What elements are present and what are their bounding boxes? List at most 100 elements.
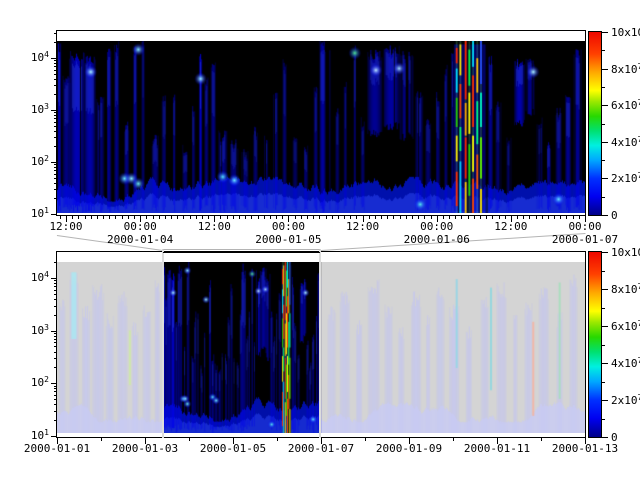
colorbar-tick-label: 0 (611, 210, 618, 221)
selection-top-edge (163, 252, 320, 253)
detail-x-minor-tick (282, 216, 283, 219)
detail-x-minor-tick (196, 216, 197, 219)
colorbar-major-tick (602, 32, 608, 33)
detail-y-minor-tick (54, 63, 57, 64)
detail-y-minor-tick (54, 174, 57, 175)
context-y-minor-tick (54, 420, 57, 421)
detail-x-minor-tick (560, 216, 561, 219)
exponent: 1 (44, 428, 49, 437)
detail-x-minor-tick (60, 216, 61, 219)
context-y-minor-tick (54, 286, 57, 287)
detail-x-minor-tick (190, 216, 191, 219)
colorbar-tick-label: 6x107 (611, 321, 640, 333)
detail-y-minor-tick (54, 33, 57, 34)
colorbar-tick-label: 0 (611, 432, 618, 443)
detail-x-tick-label: 12:00 (494, 221, 527, 232)
context-y-minor-tick (54, 386, 57, 387)
detail-y-tick-label: 103 (0, 104, 49, 116)
context-heatmap[interactable] (57, 262, 585, 433)
context-y-tick-label: 101 (0, 430, 49, 442)
detail-x-minor-tick (400, 216, 401, 219)
detail-x-minor-tick (220, 216, 221, 219)
colorbar-minor-tick (602, 160, 605, 161)
detail-y-minor-tick (54, 164, 57, 165)
detail-heatmap[interactable] (57, 41, 585, 213)
context-y-minor-tick (54, 299, 57, 300)
detail-x-tick-label: 12:00 (198, 221, 231, 232)
context-x-date-label: 2000-01-01 (24, 443, 90, 454)
detail-x-minor-tick (542, 216, 543, 219)
context-x-minor-tick (189, 438, 190, 441)
detail-y-minor-tick (54, 74, 57, 75)
context-y-minor-tick (54, 346, 57, 347)
detail-x-minor-tick (313, 216, 314, 219)
detail-x-minor-tick (115, 216, 116, 219)
context-x-date-label: 2000-01-09 (376, 443, 442, 454)
context-y-minor-tick (54, 283, 57, 284)
detail-x-minor-tick (566, 216, 567, 219)
detail-x-minor-tick (412, 216, 413, 219)
detail-x-minor-tick (295, 216, 296, 219)
context-y-minor-tick (54, 262, 57, 263)
selection-region[interactable] (162, 249, 321, 438)
detail-x-minor-tick (319, 216, 320, 219)
detail-x-tick-label: 00:00 (124, 221, 157, 232)
detail-x-minor-tick (499, 216, 500, 219)
colorbar-tick-label: 6x107 (611, 100, 640, 112)
detail-x-date-label: 2000-01-04 (107, 234, 173, 245)
context-x-minor-tick (277, 438, 278, 441)
context-x-date-label: 2000-01-05 (200, 443, 266, 454)
detail-x-date-label: 2000-01-05 (255, 234, 321, 245)
detail-x-minor-tick (85, 216, 86, 219)
detail-y-minor-tick (54, 170, 57, 171)
detail-y-minor-tick (54, 137, 57, 138)
detail-x-minor-tick (270, 216, 271, 219)
detail-x-minor-tick (443, 216, 444, 219)
context-y-minor-tick (54, 411, 57, 412)
detail-x-minor-tick (387, 216, 388, 219)
context-y-minor-tick (54, 333, 57, 334)
detail-x-minor-tick (251, 216, 252, 219)
colorbar-major-tick (602, 289, 608, 290)
context-y-minor-tick (54, 391, 57, 392)
context-y-minor-tick (54, 342, 57, 343)
exponent: 4 (44, 50, 49, 59)
colorbar-minor-tick (602, 271, 605, 272)
detail-x-tick-label: 00:00 (420, 221, 453, 232)
detail-x-minor-tick (165, 216, 166, 219)
detail-y-major-tick (51, 214, 57, 215)
colorbar-major-tick (602, 142, 608, 143)
context-y-minor-tick (54, 294, 57, 295)
detail-x-minor-tick (338, 216, 339, 219)
detail-x-minor-tick (233, 216, 234, 219)
detail-x-minor-tick (517, 216, 518, 219)
detail-y-minor-tick (54, 112, 57, 113)
detail-x-minor-tick (480, 216, 481, 219)
detail-x-minor-tick (554, 216, 555, 219)
context-y-minor-tick (54, 367, 57, 368)
detail-y-minor-tick (54, 42, 57, 43)
context-y-tick-label: 102 (0, 377, 49, 389)
colorbar-minor-tick (602, 382, 605, 383)
detail-y-major-tick (51, 110, 57, 111)
detail-y-minor-tick (54, 126, 57, 127)
context-y-minor-tick (54, 399, 57, 400)
detail-y-major-tick (51, 58, 57, 59)
detail-x-minor-tick (486, 216, 487, 219)
detail-x-minor-tick (122, 216, 123, 219)
context-y-major-tick (51, 331, 57, 332)
detail-y-tick-label: 104 (0, 52, 49, 64)
colorbar-major-tick (602, 252, 608, 253)
context-x-date-label: 2000-01-13 (552, 443, 618, 454)
colorbar-tick-label: 4x107 (611, 358, 640, 370)
detail-x-minor-tick (146, 216, 147, 219)
detail-y-minor-tick (54, 79, 57, 80)
colorbar-major-tick (602, 437, 608, 438)
context-x-date-label: 2000-01-03 (112, 443, 178, 454)
detail-x-minor-tick (418, 216, 419, 219)
detail-x-minor-tick (307, 216, 308, 219)
detail-x-minor-tick (202, 216, 203, 219)
detail-x-minor-tick (468, 216, 469, 219)
detail-x-minor-tick (393, 216, 394, 219)
detail-x-minor-tick (128, 216, 129, 219)
